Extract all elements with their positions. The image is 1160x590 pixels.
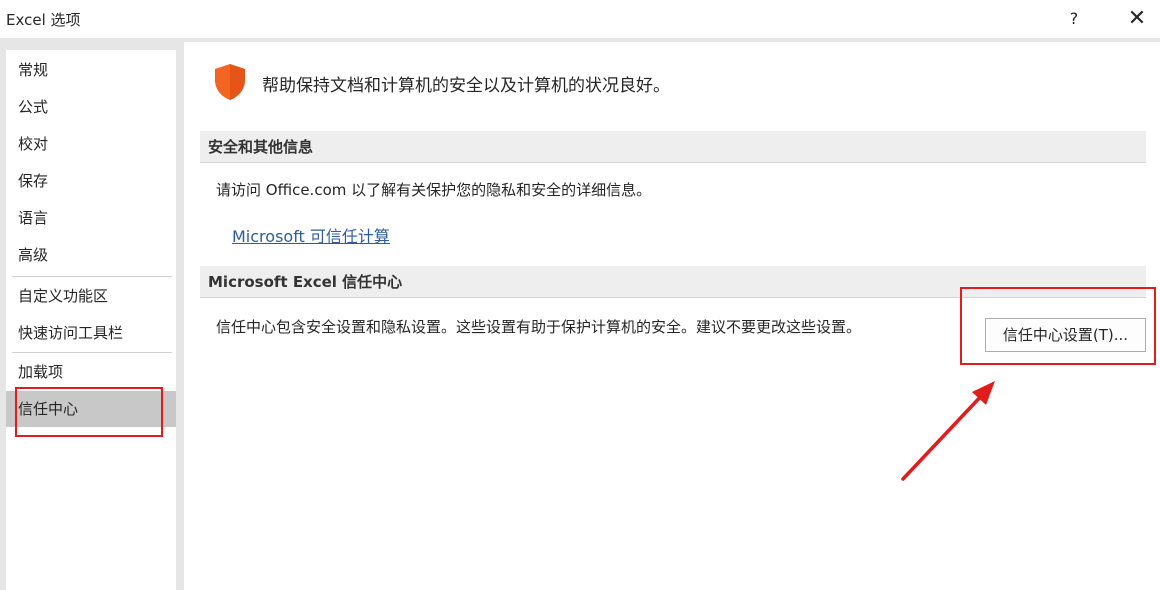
annotation-highlight-settings-button bbox=[960, 287, 1156, 365]
sidebar-item-add-ins[interactable]: 加载项 bbox=[6, 354, 176, 390]
help-button[interactable]: ? bbox=[1061, 6, 1087, 32]
sidebar-item-proofing[interactable]: 校对 bbox=[6, 126, 176, 162]
sidebar-item-advanced[interactable]: 高级 bbox=[6, 237, 176, 273]
close-button[interactable]: ✕ bbox=[1122, 4, 1152, 34]
section-heading-security-info: 安全和其他信息 bbox=[200, 131, 1146, 163]
trust-center-description: 信任中心包含安全设置和隐私设置。这些设置有助于保护计算机的安全。建议不要更改这些… bbox=[216, 318, 862, 336]
sidebar-item-formulas[interactable]: 公式 bbox=[6, 89, 176, 125]
dialog-title: Excel 选项 bbox=[6, 11, 81, 29]
shield-icon bbox=[215, 64, 245, 100]
options-sidebar: 常规 公式 校对 保存 语言 高级 自定义功能区 快速访问工具栏 加载项 信任中… bbox=[6, 50, 176, 590]
sidebar-divider bbox=[12, 276, 172, 277]
sidebar-item-customize-ribbon[interactable]: 自定义功能区 bbox=[6, 278, 176, 314]
privacy-info-text: 请访问 Office.com 以了解有关保护您的隐私和安全的详细信息。 bbox=[216, 181, 652, 199]
dialog-title-bar: Excel 选项 ? ✕ bbox=[0, 0, 1160, 38]
sidebar-item-language[interactable]: 语言 bbox=[6, 200, 176, 236]
trustworthy-computing-link[interactable]: Microsoft 可信任计算 bbox=[232, 223, 390, 247]
annotation-highlight-trust-center-item bbox=[15, 387, 163, 437]
sidebar-item-save[interactable]: 保存 bbox=[6, 163, 176, 199]
sidebar-item-general[interactable]: 常规 bbox=[6, 52, 176, 88]
sidebar-divider bbox=[12, 352, 172, 353]
sidebar-item-quick-access-toolbar[interactable]: 快速访问工具栏 bbox=[6, 315, 176, 351]
intro-text: 帮助保持文档和计算机的安全以及计算机的状况良好。 bbox=[262, 76, 670, 96]
